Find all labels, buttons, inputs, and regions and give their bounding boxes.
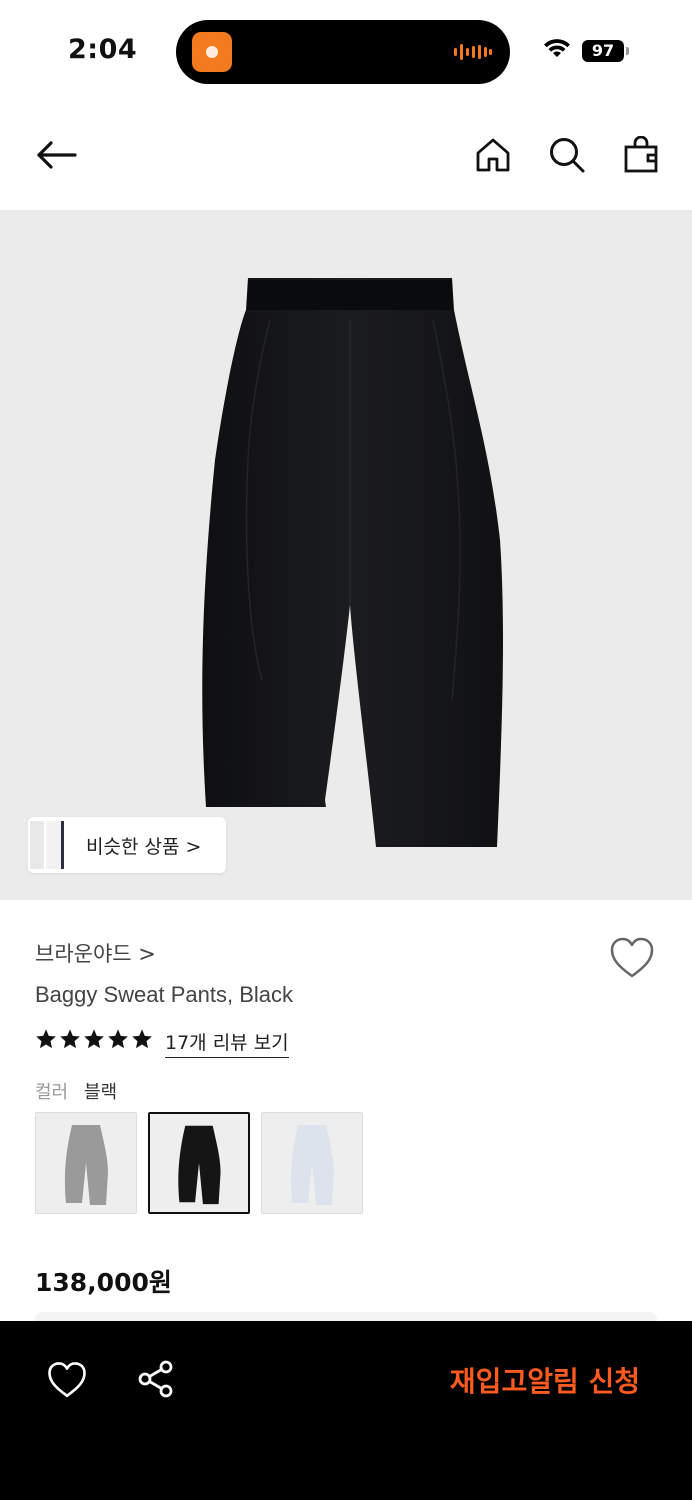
restock-alert-button[interactable]: 재입고알림 신청	[400, 1357, 640, 1407]
color-label: 컬러	[35, 1082, 69, 1103]
status-time: 2:04	[68, 34, 138, 65]
home-button[interactable]	[466, 128, 520, 182]
top-navigation	[0, 100, 692, 210]
battery-icon: 97	[582, 40, 624, 62]
similar-products-thumbnails	[30, 821, 64, 869]
share-icon	[138, 1360, 173, 1398]
shopping-bag-icon	[624, 136, 658, 173]
dynamic-island[interactable]	[176, 20, 510, 84]
search-icon	[550, 138, 585, 173]
heart-outline-icon	[48, 1362, 86, 1398]
star-icon	[36, 1029, 56, 1049]
bottom-action-bar: 재입고알림 신청	[0, 1321, 692, 1500]
wishlist-button[interactable]	[606, 934, 658, 982]
color-value: 블랙	[84, 1082, 118, 1103]
cart-button[interactable]	[614, 128, 668, 182]
battery-nub	[626, 47, 629, 55]
similar-products-label: 비슷한 상품 >	[86, 836, 202, 858]
star-icon	[132, 1029, 152, 1049]
heart-outline-icon	[610, 937, 654, 978]
wifi-icon	[544, 39, 570, 57]
rating-stars	[35, 1028, 153, 1050]
review-link[interactable]: 17개 리뷰 보기	[165, 1028, 289, 1058]
brand-link[interactable]: 브라운야드 >	[35, 938, 156, 968]
color-swatch-black[interactable]	[148, 1112, 250, 1214]
star-icon	[108, 1029, 128, 1049]
color-swatch-gray[interactable]	[35, 1112, 137, 1214]
share-button[interactable]	[136, 1359, 180, 1403]
pants-thumbnail	[36, 1113, 136, 1213]
now-playing-app-icon	[192, 32, 232, 72]
status-bar: 2:04 97	[0, 0, 692, 100]
product-price: 138,000원	[35, 1268, 172, 1297]
search-button[interactable]	[540, 128, 594, 182]
pants-thumbnail	[262, 1113, 362, 1213]
back-button[interactable]	[29, 128, 83, 182]
bottom-wishlist-button[interactable]	[44, 1359, 92, 1403]
similar-products-button[interactable]: 비슷한 상품 >	[28, 817, 226, 873]
product-name: Baggy Sweat Pants, Black	[35, 982, 294, 1007]
pants-image	[202, 278, 504, 847]
product-image[interactable]	[0, 210, 692, 900]
pants-thumbnail	[150, 1114, 248, 1212]
star-icon	[84, 1029, 104, 1049]
home-icon	[476, 138, 510, 172]
back-arrow-icon	[37, 141, 77, 169]
star-icon	[60, 1029, 80, 1049]
color-swatch-light-blue[interactable]	[261, 1112, 363, 1214]
audio-wave-icon	[454, 44, 492, 60]
